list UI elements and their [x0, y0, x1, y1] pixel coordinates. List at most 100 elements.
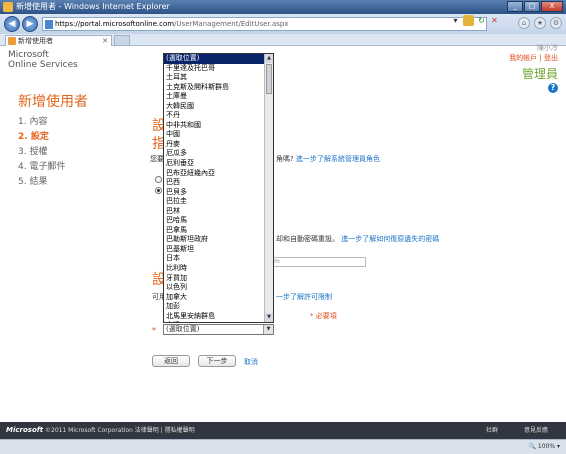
address-bar[interactable]: https://portal.microsoftonline.com/UserM…	[42, 17, 487, 31]
radio-yes[interactable]	[155, 187, 162, 194]
dropdown-option[interactable]: 厄利垂亞	[164, 159, 273, 169]
dropdown-option[interactable]: 比利時	[164, 264, 273, 274]
footer-copyright[interactable]: ©2011 Microsoft Corporation 法律聲明 | 隱私權聲明	[45, 422, 195, 439]
location-select[interactable]: (選取位置) ▼	[163, 324, 274, 335]
dropdown-option[interactable]: 千里達及托巴哥	[164, 64, 273, 74]
feedback-link[interactable]: 意見反應	[524, 422, 548, 439]
select-arrow-icon[interactable]: ▼	[263, 325, 273, 334]
dropdown-option[interactable]: 加拿大	[164, 293, 273, 303]
address-domain: https://portal.microsoftonline.com	[55, 20, 175, 28]
location-select-value: (選取位置)	[166, 325, 200, 333]
maximize-button[interactable]: □	[524, 1, 540, 12]
dropdown-option[interactable]: 巴拉圭	[164, 197, 273, 207]
dropdown-option[interactable]: 土克斯及開科斯群島	[164, 83, 273, 93]
logo: Microsoft Online Services	[8, 50, 78, 70]
favorites-icon[interactable]: ★	[534, 17, 546, 29]
user-block: 陳小冷 我的帳戶 | 登出 管理員	[509, 43, 558, 82]
dropdown-option[interactable]: 不丹	[164, 111, 273, 121]
password-reset-label: 却和自動密碼重設。	[276, 235, 339, 243]
role-question-prefix: 您要	[150, 155, 164, 163]
ie-icon	[3, 2, 13, 12]
footer-logo: Microsoft	[6, 426, 44, 434]
zoom-value: 100%	[537, 443, 556, 450]
home-icon[interactable]: ⌂	[518, 17, 530, 29]
address-path: /UserManagement/EditUser.aspx	[174, 20, 289, 28]
forward-nav-icon[interactable]: ▶	[22, 16, 38, 32]
dropdown-option[interactable]: 巴布亞紐幾內亞	[164, 169, 273, 179]
dropdown-option[interactable]: 加彭	[164, 302, 273, 312]
dropdown-option[interactable]: 中非共和國	[164, 121, 273, 131]
dropdown-option[interactable]: 牙買加	[164, 274, 273, 284]
window-title: 新增使用者 - Windows Internet Explorer	[16, 2, 170, 11]
window-controls: _ □ X	[507, 1, 563, 12]
dropdown-option[interactable]: 巴勒斯坦政府	[164, 235, 273, 245]
lock-icon[interactable]	[463, 15, 474, 26]
dropdown-option[interactable]: 土耳其	[164, 73, 273, 83]
dropdown-option[interactable]: 巴林	[164, 207, 273, 217]
dropdown-option[interactable]: 厄瓜多	[164, 149, 273, 159]
tab-favicon-icon	[8, 37, 16, 45]
step-3: 3. 授權	[18, 147, 48, 157]
tab-close-icon[interactable]: ✕	[102, 36, 108, 46]
dropdown-arrow-icon[interactable]: ▾	[450, 15, 461, 26]
dropdown-option[interactable]: 土庫曼	[164, 92, 273, 102]
dropdown-option[interactable]: 中國	[164, 130, 273, 140]
back-nav-icon[interactable]: ◀	[4, 16, 20, 32]
scroll-up-icon[interactable]: ▲	[265, 54, 273, 63]
back-button[interactable]: 返回	[152, 355, 190, 367]
dropdown-option[interactable]: 巴貝多	[164, 188, 273, 198]
location-dropdown-list[interactable]: (選取位置) 千里達及托巴哥 土耳其 土克斯及開科斯群島 土庫曼 大韓民國 不丹 中非共和國中…	[163, 53, 274, 323]
radio-no[interactable]	[155, 176, 162, 183]
role-learn-more-link[interactable]: 進一步了解系統管理員角色	[296, 155, 380, 163]
password-learn-more-link[interactable]: 進一步了解如何復原遺失的密碼	[341, 235, 439, 243]
scroll-thumb[interactable]	[266, 64, 272, 94]
logo-line2: Online Services	[8, 60, 78, 70]
dropdown-option[interactable]: 巴西	[164, 178, 273, 188]
user-name: 陳小冷	[537, 44, 558, 52]
next-button[interactable]: 下一步	[198, 355, 236, 367]
dropdown-option[interactable]: 日本	[164, 254, 273, 264]
dropdown-option[interactable]: (選取位置)	[164, 54, 273, 64]
zoom-level[interactable]: 🔍 100% ▾	[529, 440, 560, 454]
alternate-email-input[interactable]: m	[271, 257, 366, 267]
role-question-suffix: 角嗎?	[276, 155, 294, 163]
window-titlebar: 新增使用者 - Windows Internet Explorer _ □ X	[0, 0, 566, 14]
close-button[interactable]: X	[541, 1, 563, 12]
dropdown-option[interactable]: 北馬里安納群島	[164, 312, 273, 322]
dropdown-scrollbar[interactable]: ▲ ▼	[264, 54, 273, 322]
footer: Microsoft ©2011 Microsoft Corporation 法律…	[0, 422, 566, 439]
page-title: 新增使用者	[18, 94, 88, 110]
wizard-steps: 1. 內容 2. 設定 3. 授權 4. 電子郵件 5. 結果	[18, 115, 65, 190]
step-2: 2. 設定	[18, 132, 49, 142]
tab-row: 新增使用者 ✕	[0, 34, 566, 46]
step-1: 1. 內容	[18, 117, 48, 127]
account-links[interactable]: 我的帳戶 | 登出	[509, 53, 558, 63]
location-learn-more-link[interactable]: 一步了解許可限制	[276, 292, 332, 302]
page-content: Microsoft Online Services 陳小冷 我的帳戶 | 登出 …	[0, 44, 566, 422]
new-tab-button[interactable]	[114, 35, 130, 46]
dropdown-option[interactable]: 巴哈馬	[164, 216, 273, 226]
dropdown-option[interactable]: 巴基斯坦	[164, 245, 273, 255]
page-icon	[45, 20, 53, 29]
dropdown-option[interactable]: 卡達	[164, 321, 273, 322]
dropdown-option[interactable]: 巴拿馬	[164, 226, 273, 236]
refresh-icon[interactable]: ↻	[476, 15, 487, 26]
address-tools: ▾ ↻ ✕	[450, 15, 500, 26]
scroll-down-icon[interactable]: ▼	[265, 313, 273, 322]
browser-icons: ⌂ ★ ⚙	[518, 17, 562, 29]
dropdown-option[interactable]: 以色列	[164, 283, 273, 293]
address-row: ◀ ▶ https://portal.microsoftonline.com/U…	[0, 14, 566, 34]
cancel-link[interactable]: 取消	[244, 357, 258, 367]
required-note: * 必要項	[310, 312, 337, 320]
tab-label: 新增使用者	[18, 37, 53, 45]
dropdown-items: (選取位置) 千里達及托巴哥 土耳其 土克斯及開科斯群島 土庫曼 大韓民國 不丹 中非共和國中…	[164, 54, 273, 322]
community-link[interactable]: 社群	[486, 422, 498, 439]
minimize-button[interactable]: _	[507, 1, 523, 12]
gear-icon[interactable]: ⚙	[550, 17, 562, 29]
stop-icon[interactable]: ✕	[489, 15, 500, 26]
tab-new-user[interactable]: 新增使用者 ✕	[5, 35, 112, 46]
role-question: 角嗎? 進一步了解系統管理員角色	[276, 154, 380, 164]
dropdown-option[interactable]: 大韓民國	[164, 102, 273, 112]
step-4: 4. 電子郵件	[18, 162, 66, 172]
help-icon[interactable]: ?	[548, 83, 558, 93]
